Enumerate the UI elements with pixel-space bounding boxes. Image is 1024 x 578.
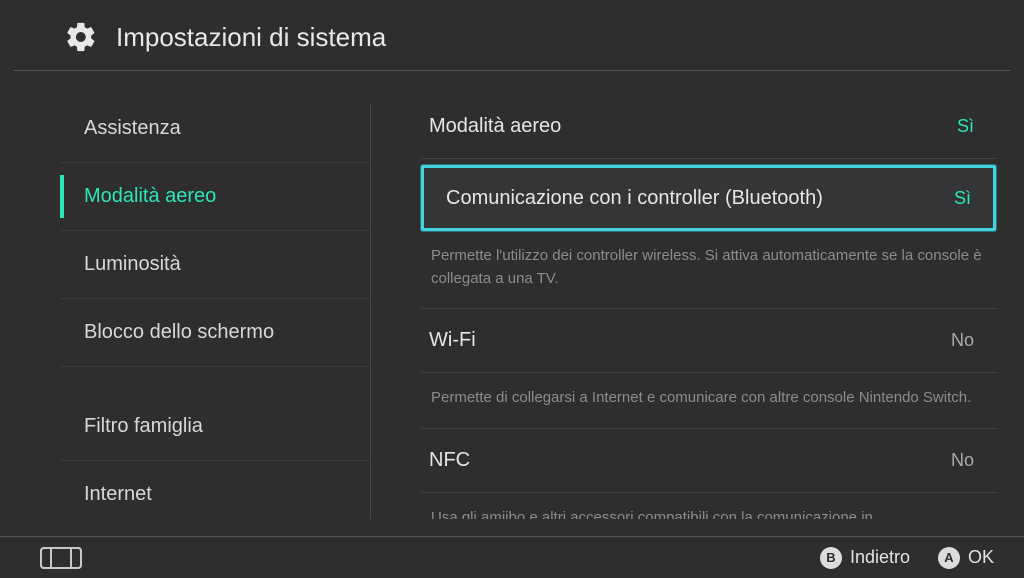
setting-label: Modalità aereo xyxy=(429,115,561,138)
back-button[interactable]: B Indietro xyxy=(820,547,910,569)
setting-value: No xyxy=(951,330,974,351)
setting-label: NFC xyxy=(429,449,470,472)
setting-value: Sì xyxy=(954,188,971,209)
sidebar-item-assistenza[interactable]: Assistenza xyxy=(60,95,370,163)
setting-description: Permette di collegarsi a Internet e comu… xyxy=(421,373,996,429)
setting-value: Sì xyxy=(957,116,974,137)
setting-controller-bluetooth[interactable]: Comunicazione con i controller (Bluetoot… xyxy=(421,165,996,231)
header: Impostazioni di sistema xyxy=(14,0,1010,71)
setting-description: Usa gli amiibo e altri accessori compati… xyxy=(421,493,996,520)
sidebar-item-modalita-aereo[interactable]: Modalità aereo xyxy=(60,163,370,231)
footer-actions: B Indietro A OK xyxy=(820,547,994,569)
sidebar-item-label: Assistenza xyxy=(84,117,181,140)
setting-description: Permette l'utilizzo dei controller wirel… xyxy=(421,231,996,309)
setting-airplane-mode[interactable]: Modalità aereo Sì xyxy=(421,95,996,159)
sidebar-item-label: Internet xyxy=(84,483,152,506)
b-button-icon: B xyxy=(820,547,842,569)
ok-button[interactable]: A OK xyxy=(938,547,994,569)
setting-value: No xyxy=(951,450,974,471)
sidebar-item-blocco-schermo[interactable]: Blocco dello schermo xyxy=(60,299,370,367)
sidebar-gap xyxy=(60,367,370,393)
setting-nfc[interactable]: NFC No xyxy=(421,429,996,493)
sidebar-item-label: Blocco dello schermo xyxy=(84,321,274,344)
setting-label: Comunicazione con i controller (Bluetoot… xyxy=(446,187,823,210)
ok-label: OK xyxy=(968,547,994,568)
footer: B Indietro A OK xyxy=(0,536,1024,578)
page-title: Impostazioni di sistema xyxy=(116,22,386,53)
sidebar-item-label: Luminosità xyxy=(84,253,181,276)
body: Assistenza Modalità aereo Luminosità Blo… xyxy=(0,71,1024,519)
a-button-icon: A xyxy=(938,547,960,569)
sidebar-item-label: Filtro famiglia xyxy=(84,415,203,438)
sidebar-item-filtro-famiglia[interactable]: Filtro famiglia xyxy=(60,393,370,461)
sidebar: Assistenza Modalità aereo Luminosità Blo… xyxy=(0,95,370,519)
sidebar-item-label: Modalità aereo xyxy=(84,185,216,208)
sidebar-item-luminosita[interactable]: Luminosità xyxy=(60,231,370,299)
back-label: Indietro xyxy=(850,547,910,568)
gear-icon xyxy=(64,20,98,54)
setting-label: Wi-Fi xyxy=(429,329,476,352)
sidebar-item-internet[interactable]: Internet xyxy=(60,461,370,519)
console-icon xyxy=(40,547,82,569)
content: Modalità aereo Sì Comunicazione con i co… xyxy=(371,95,1024,519)
setting-wifi[interactable]: Wi-Fi No xyxy=(421,309,996,373)
